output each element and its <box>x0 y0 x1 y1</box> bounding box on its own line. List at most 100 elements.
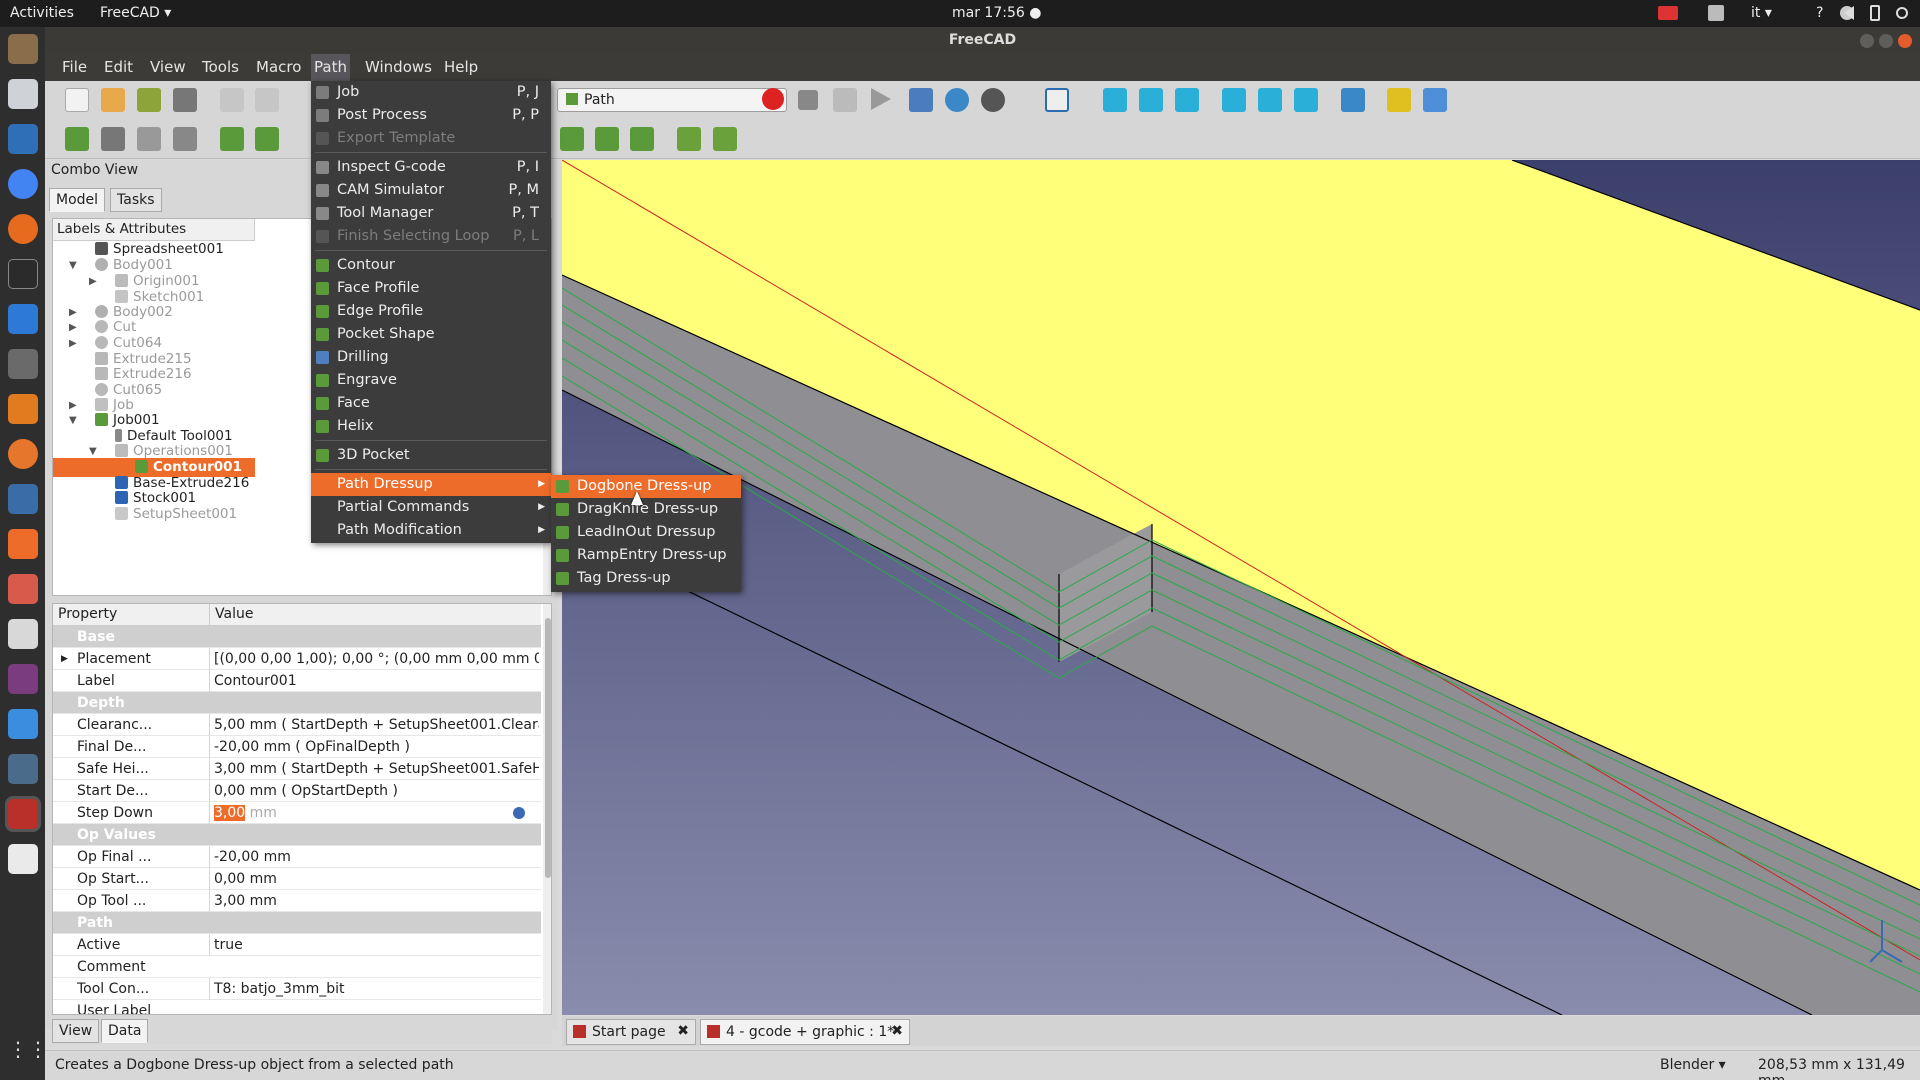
step-down-input[interactable]: 3,00 mm <box>209 802 539 824</box>
workbench-selector[interactable]: Path ⇕ <box>557 88 787 112</box>
maximize-button[interactable] <box>1879 34 1893 48</box>
menu-item-post-process[interactable]: Post Process P, P <box>311 104 551 127</box>
print-icon[interactable] <box>173 88 197 112</box>
property-value[interactable]: 0,00 mm ( OpStartDepth ) <box>209 780 539 802</box>
terminal-icon[interactable] <box>8 259 38 289</box>
array-icon[interactable] <box>677 127 701 151</box>
top-view-icon[interactable] <box>1139 88 1163 112</box>
value-column-header[interactable]: Value <box>209 604 258 626</box>
tree-item-setupsheet001[interactable]: SetupSheet001 <box>115 505 237 524</box>
inkscape-icon[interactable] <box>8 394 38 424</box>
edit-macro-icon[interactable] <box>833 88 857 112</box>
property-row[interactable]: Clearanc... 5,00 mm ( StartDepth + SetupS… <box>53 714 541 736</box>
settings-icon[interactable] <box>8 574 38 604</box>
software-center-icon[interactable] <box>8 529 38 559</box>
property-row[interactable]: Comment <box>53 956 541 978</box>
freecad-dock-icon[interactable] <box>8 799 38 829</box>
expand-arrow-icon[interactable]: ▶ <box>61 648 68 670</box>
measure-icon[interactable] <box>1341 88 1365 112</box>
menu-item-path-modification[interactable]: Path Modification ▶ <box>311 519 551 542</box>
post-process-icon[interactable] <box>101 127 125 151</box>
menu-path[interactable]: Path <box>311 54 350 81</box>
property-value[interactable]: T8: batjo_3mm_bit <box>209 978 539 1000</box>
record-macro-icon[interactable] <box>762 88 784 110</box>
property-row[interactable]: Active true <box>53 934 541 956</box>
writer-icon[interactable] <box>8 124 38 154</box>
tab-tasks[interactable]: Tasks <box>110 188 162 212</box>
cura-icon[interactable] <box>8 709 38 739</box>
camera-icon[interactable] <box>8 619 38 649</box>
wine-icon[interactable] <box>8 484 38 514</box>
menu-item-face-profile[interactable]: Face Profile <box>311 277 551 300</box>
property-row[interactable]: Op Final ... -20,00 mm <box>53 846 541 868</box>
property-value[interactable]: Contour001 <box>209 670 539 692</box>
menu-edit[interactable]: Edit <box>104 58 133 76</box>
menu-item-pocket-shape[interactable]: Pocket Shape <box>311 323 551 346</box>
menu-macro[interactable]: Macro <box>256 58 301 76</box>
menu-view[interactable]: View <box>150 58 186 76</box>
menu-item-inspect-g-code[interactable]: Inspect G-code P, I <box>311 156 551 179</box>
menu-item-tool-manager[interactable]: Tool Manager P, T <box>311 202 551 225</box>
submenu-item-dragknife-dress-up[interactable]: DragKnife Dress-up <box>551 498 741 521</box>
property-value[interactable]: true <box>209 934 539 956</box>
right-view-icon[interactable] <box>1175 88 1199 112</box>
simple-copy-icon[interactable] <box>713 127 737 151</box>
copy-icon[interactable] <box>255 88 279 112</box>
property-row[interactable]: Safe Hei... 3,00 mm ( StartDepth + SetupS… <box>53 758 541 780</box>
group-folder-icon[interactable] <box>1423 88 1447 112</box>
property-row[interactable]: Start De... 0,00 mm ( OpStartDepth ) <box>53 780 541 802</box>
property-row[interactable]: User Label <box>53 1000 541 1014</box>
menu-item-partial-commands[interactable]: Partial Commands ▶ <box>311 496 551 519</box>
menu-item-export-template[interactable]: Export Template <box>311 127 551 150</box>
open-file-icon[interactable] <box>101 88 125 112</box>
rear-view-icon[interactable] <box>1222 88 1246 112</box>
property-value[interactable]: 5,00 mm ( StartDepth + SetupSheet001.Cle… <box>209 714 539 736</box>
collapse-arrow-icon[interactable]: ▼ <box>69 415 77 426</box>
collapse-arrow-icon[interactable]: ▼ <box>69 260 77 271</box>
cube-app-icon[interactable] <box>8 754 38 784</box>
menu-item-finish-selecting-loop[interactable]: Finish Selecting Loop P, L <box>311 225 551 248</box>
gimp-icon[interactable] <box>8 349 38 379</box>
property-row[interactable]: Tool Con... T8: batjo_3mm_bit <box>53 978 541 1000</box>
chromium-icon[interactable] <box>8 169 38 199</box>
property-row[interactable]: ▶ Placement [(0,00 0,00 1,00); 0,00 °; (0,… <box>53 648 541 670</box>
helix-op-icon[interactable] <box>630 127 654 151</box>
tab-data[interactable]: Data <box>101 1019 149 1043</box>
volume-icon[interactable] <box>1844 6 1854 20</box>
pocket-op-icon[interactable] <box>560 127 584 151</box>
property-value[interactable]: 3,00 mm <box>209 890 539 912</box>
tab-view[interactable]: View <box>52 1019 100 1043</box>
navigation-style-selector[interactable]: Blender ▾ <box>1660 1057 1726 1073</box>
notes-icon[interactable] <box>8 844 38 874</box>
expand-arrow-icon[interactable]: ▶ <box>69 338 77 349</box>
clock[interactable]: mar 17:56 ● <box>952 5 1041 21</box>
property-value[interactable]: -20,00 mm ( OpFinalDepth ) <box>209 736 539 758</box>
tab-gcode-graphic[interactable]: 4 - gcode + graphic : 1* ✖ <box>700 1019 910 1045</box>
screenshot-icon[interactable] <box>8 664 38 694</box>
property-value[interactable]: 3,00 mm ( StartDepth + SetupSheet001.Saf… <box>209 758 539 780</box>
tree-header[interactable]: Labels & Attributes <box>53 219 255 241</box>
show-apps-icon[interactable]: ⋮⋮ <box>8 1037 48 1067</box>
front-view-icon[interactable] <box>1103 88 1127 112</box>
property-row[interactable]: Step Down 3,00 mm <box>53 802 541 824</box>
left-view-icon[interactable] <box>1294 88 1318 112</box>
stop-macro-icon[interactable] <box>798 90 818 110</box>
menu-item-cam-simulator[interactable]: CAM Simulator P, M <box>311 179 551 202</box>
scrollbar-thumb[interactable] <box>545 618 551 878</box>
contour-op-icon[interactable] <box>220 127 244 151</box>
record-icon[interactable] <box>1658 6 1678 20</box>
menu-item-helix[interactable]: Helix <box>311 415 551 438</box>
language-indicator[interactable]: it ▾ <box>1751 5 1772 21</box>
expand-arrow-icon[interactable]: ▶ <box>69 307 77 318</box>
menu-tools[interactable]: Tools <box>202 58 239 76</box>
3d-viewport[interactable] <box>562 160 1920 1015</box>
files-app-icon[interactable] <box>8 34 38 64</box>
property-row[interactable]: Op Tool ... 3,00 mm <box>53 890 541 912</box>
collapse-arrow-icon[interactable]: ▼ <box>89 446 97 457</box>
isometric-view-icon[interactable] <box>1045 88 1069 112</box>
adaptive-op-icon[interactable] <box>595 127 619 151</box>
cut-tool-icon[interactable] <box>220 88 244 112</box>
menu-item-3d-pocket[interactable]: 3D Pocket <box>311 444 551 467</box>
menu-file[interactable]: File <box>62 58 87 76</box>
firefox-icon[interactable] <box>8 214 38 244</box>
